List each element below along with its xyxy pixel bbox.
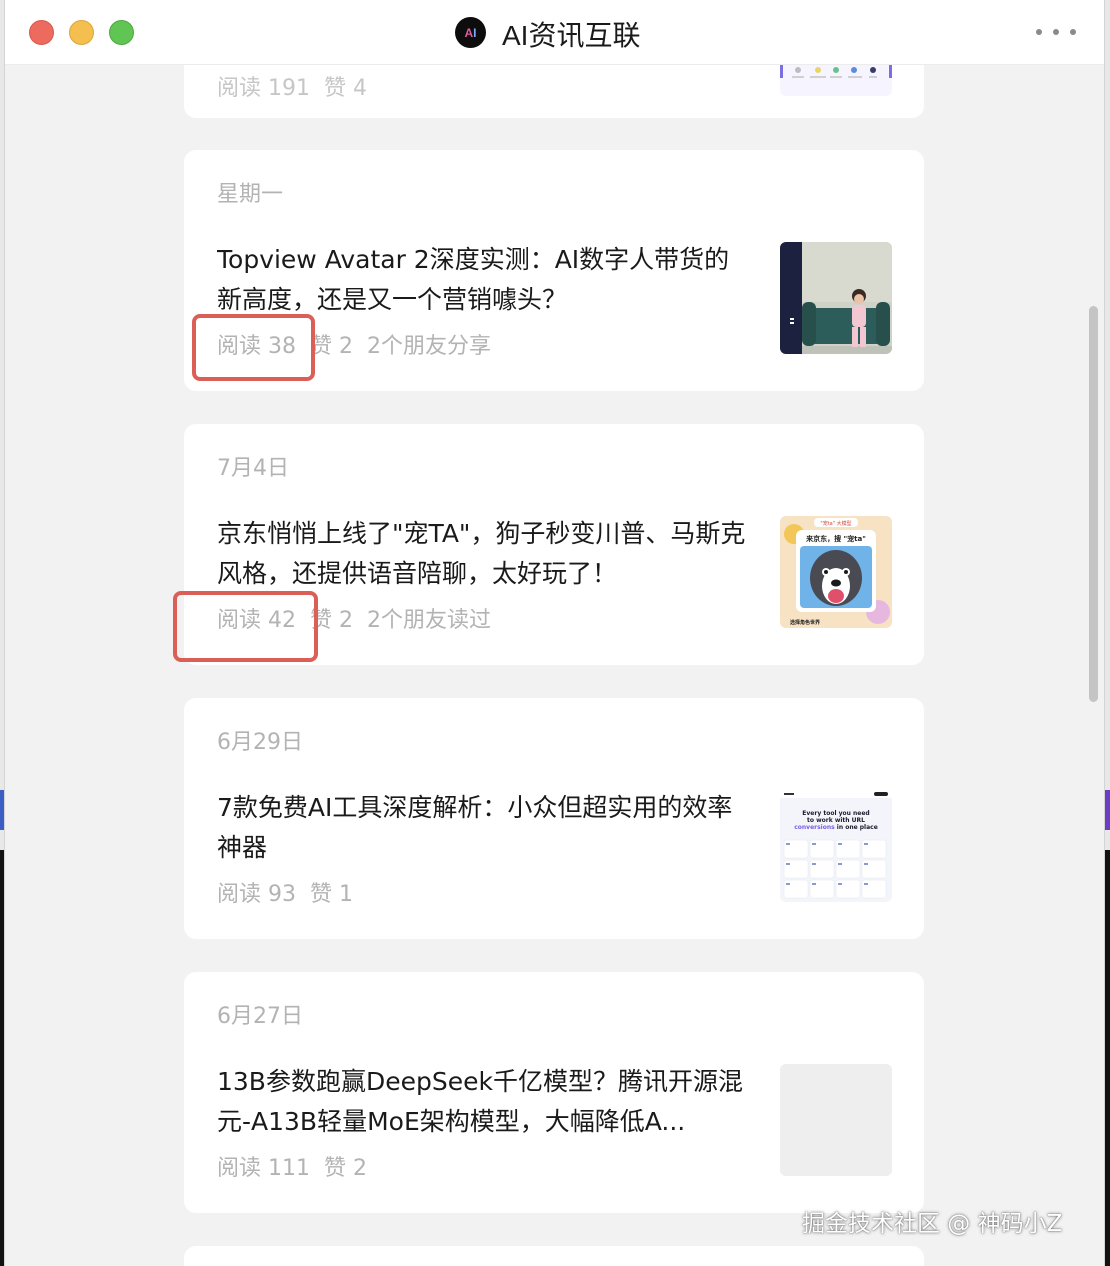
thumb-badge-text: "宠ta" 大模型 <box>820 520 851 527</box>
thumb-line2: to work with URL <box>807 817 865 824</box>
article-thumbnail[interactable] <box>780 242 892 354</box>
close-window-button[interactable] <box>29 20 54 45</box>
read-count: 阅读 93 <box>217 882 296 907</box>
thumb-footer-text: 选择角色世界 <box>790 619 821 626</box>
article-date: 6月27日 <box>217 1004 303 1029</box>
article-card[interactable]: 6月27日 13B参数跑赢DeepSeek千亿模型？腾讯开源混元-A13B轻量M… <box>184 972 924 1213</box>
watermark-text: 掘金技术社区 @ 神码小Z <box>802 1211 1063 1237</box>
article-card[interactable]: 6月29日 7款免费AI工具深度解析：小众但超实用的效率神器 阅读 93 赞 1 … <box>184 698 924 939</box>
read-count-highlight <box>173 591 318 662</box>
svg-text:conversions in one place: conversions in one place <box>794 824 878 831</box>
thumb-line3-rest: in one place <box>835 824 878 831</box>
title-bar: AI AI资讯互联 <box>5 0 1104 65</box>
article-title[interactable]: 7款免费AI工具深度解析：小众但超实用的效率神器 <box>217 788 747 868</box>
read-count-highlight <box>192 314 315 381</box>
background-window-edge-right <box>1104 0 1110 1266</box>
window-title: AI资讯互联 <box>502 20 641 51</box>
like-count: 赞 2 <box>324 1156 367 1181</box>
scrollbar[interactable] <box>1085 300 1101 710</box>
article-stats: 阅读 111 赞 2 <box>217 1150 381 1182</box>
app-logo-icon: AI <box>455 17 486 48</box>
article-card[interactable] <box>184 1246 924 1266</box>
more-options-icon[interactable] <box>1036 20 1076 44</box>
article-date: 6月29日 <box>217 730 303 755</box>
maximize-window-button[interactable] <box>109 20 134 45</box>
read-count: 阅读 191 <box>217 76 310 101</box>
article-thumbnail[interactable]: "宠ta" 大模型 来京东，搜 "宠ta" 选择角色世界 <box>780 516 892 628</box>
article-date: 星期一 <box>217 182 284 207</box>
thumb-line3-accent: conversions <box>794 824 835 831</box>
article-thumbnail[interactable]: Every tool you need to work with URL con… <box>780 790 892 902</box>
article-title[interactable]: 13B参数跑赢DeepSeek千亿模型？腾讯开源混元-A13B轻量MoE架构模型… <box>217 1062 747 1142</box>
article-title[interactable]: 京东悄悄上线了"宠TA"，狗子秒变川普、马斯克风格，还提供语音陪聊，太好玩了！ <box>217 514 747 594</box>
friends-activity: 2个朋友读过 <box>367 608 491 633</box>
like-count: 赞 1 <box>310 882 353 907</box>
friends-activity: 2个朋友分享 <box>367 334 491 359</box>
scrollbar-thumb[interactable] <box>1089 306 1098 702</box>
article-title[interactable]: Topview Avatar 2深度实测：AI数字人带货的新高度，还是又一个营销… <box>217 240 747 320</box>
minimize-window-button[interactable] <box>69 20 94 45</box>
read-count: 阅读 111 <box>217 1156 310 1181</box>
like-count: 赞 4 <box>324 76 367 101</box>
thumb-line1: Every tool you need <box>802 810 869 817</box>
background-window-edge-left <box>0 0 5 1266</box>
like-count: 赞 2 <box>310 334 353 359</box>
article-thumbnail[interactable] <box>780 1064 892 1176</box>
article-stats: 阅读 191 赞 4 <box>217 70 381 102</box>
article-stats: 阅读 93 赞 1 <box>217 876 367 908</box>
article-date: 7月4日 <box>217 456 289 481</box>
thumb-headline-text: 来京东，搜 "宠ta" <box>805 534 866 543</box>
